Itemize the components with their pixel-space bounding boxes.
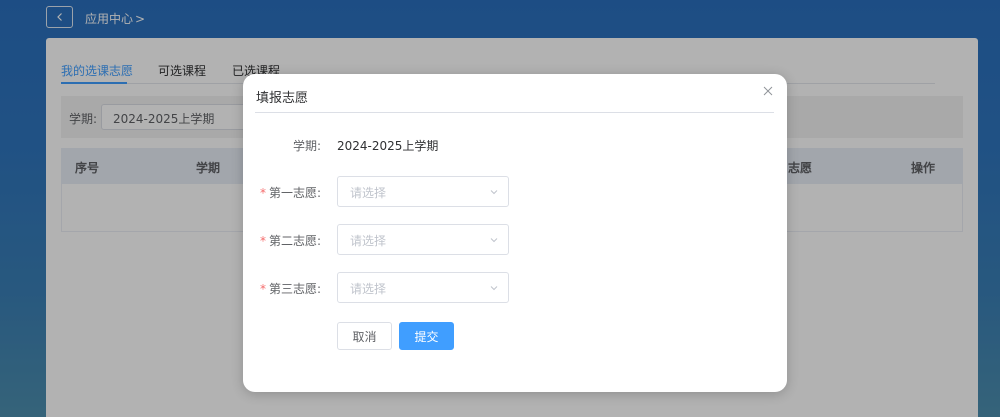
required-marker: *	[259, 234, 266, 248]
required-marker: *	[259, 282, 266, 296]
third-choice-label-text: 第三志愿:	[268, 282, 321, 296]
fill-choice-dialog: 填报志愿 学期: 2024-2025上学期 * 第一志愿: 请选择 * 第二志愿: …	[243, 74, 787, 392]
close-icon[interactable]	[763, 86, 773, 96]
third-choice-placeholder: 请选择	[350, 282, 387, 296]
dialog-title: 填报志愿	[256, 91, 309, 106]
third-choice-label: * 第三志愿:	[243, 280, 321, 297]
semester-label: 学期:	[292, 139, 321, 153]
required-marker: *	[259, 186, 266, 200]
second-choice-select[interactable]: 请选择	[337, 224, 509, 255]
chevron-down-icon	[490, 190, 498, 195]
second-choice-label: * 第二志愿:	[243, 232, 321, 249]
cancel-button[interactable]: 取消	[337, 322, 392, 350]
first-choice-select[interactable]: 请选择	[337, 176, 509, 207]
second-choice-placeholder: 请选择	[350, 234, 387, 248]
chevron-down-icon	[490, 286, 498, 291]
dialog-divider	[255, 112, 774, 113]
first-choice-label-text: 第一志愿:	[268, 186, 321, 200]
semester-value: 2024-2025上学期	[337, 139, 439, 153]
first-choice-label: * 第一志愿:	[243, 184, 321, 201]
first-choice-placeholder: 请选择	[350, 186, 387, 200]
second-choice-label-text: 第二志愿:	[268, 234, 321, 248]
chevron-down-icon	[490, 238, 498, 243]
submit-button[interactable]: 提交	[399, 322, 454, 350]
third-choice-select[interactable]: 请选择	[337, 272, 509, 303]
